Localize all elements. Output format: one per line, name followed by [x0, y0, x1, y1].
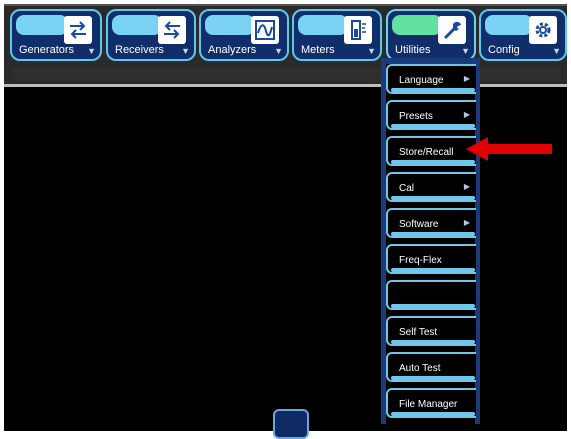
submenu-arrow-icon: ▶ — [463, 74, 470, 83]
menu-item-label: Auto Test — [399, 363, 441, 374]
menu-separator — [391, 232, 475, 236]
analyzers-tile-cap — [205, 15, 255, 35]
config-button[interactable]: Config ▼ — [479, 9, 567, 61]
utilities-tile-cap — [392, 15, 442, 35]
analyzers-label: Analyzers — [208, 44, 257, 56]
menu-separator — [391, 88, 475, 92]
meters-tile-cap — [298, 15, 348, 35]
submenu-arrow-icon: ▶ — [463, 110, 470, 119]
meters-label: Meters — [301, 44, 335, 56]
menu-separator — [391, 340, 475, 344]
menu-item-label: Store/Recall — [399, 147, 454, 158]
menu-item-label: File Manager — [399, 399, 458, 410]
meters-button[interactable]: Meters ▼ — [292, 9, 382, 61]
scroll-handle[interactable] — [273, 409, 309, 439]
menu-item-label: Presets — [399, 111, 433, 122]
chevron-down-icon: ▼ — [87, 46, 96, 56]
menu-separator — [391, 196, 475, 200]
chevron-down-icon: ▼ — [367, 46, 376, 56]
menu-separator — [391, 124, 475, 128]
utilities-label: Utilities — [395, 44, 431, 56]
menu-separator — [391, 304, 475, 308]
gear-icon — [529, 16, 557, 44]
menu-item-label: Language — [399, 75, 444, 86]
config-label: Config — [488, 44, 520, 56]
receivers-icon — [158, 16, 186, 44]
meters-icon — [344, 16, 372, 44]
chevron-down-icon: ▼ — [181, 46, 190, 56]
menu-item-label: Cal — [399, 183, 415, 194]
generators-tile-cap — [16, 15, 68, 35]
red-arrow-icon — [466, 137, 552, 161]
generators-button[interactable]: Generators ▼ — [10, 9, 102, 61]
chevron-down-icon: ▼ — [274, 46, 283, 56]
config-tile-cap — [485, 15, 533, 35]
menu-separator — [391, 412, 475, 416]
receivers-label: Receivers — [115, 44, 164, 56]
menu-item-label: Freq-Flex — [399, 255, 442, 266]
generators-icon — [64, 16, 92, 44]
receivers-tile-cap — [112, 15, 162, 35]
analyzers-icon — [251, 16, 279, 44]
menu-separator — [391, 160, 475, 164]
chevron-down-icon: ▼ — [461, 46, 470, 56]
menu-separator — [391, 376, 475, 380]
wrench-icon — [438, 16, 466, 44]
receivers-button[interactable]: Receivers ▼ — [106, 9, 196, 61]
submenu-arrow-icon: ▶ — [463, 218, 470, 227]
submenu-arrow-icon: ▶ — [463, 182, 470, 191]
chevron-down-icon: ▼ — [552, 46, 561, 56]
menu-item-label: Software — [399, 219, 439, 230]
application-frame: Generators ▼ Receivers ▼ Analyzers ▼ Met… — [0, 0, 571, 439]
generators-label: Generators — [19, 44, 75, 56]
menu-separator — [391, 268, 475, 272]
utilities-button[interactable]: Utilities ▼ — [386, 9, 476, 61]
menu-item-label: Self Test — [399, 327, 438, 338]
analyzers-button[interactable]: Analyzers ▼ — [199, 9, 289, 61]
